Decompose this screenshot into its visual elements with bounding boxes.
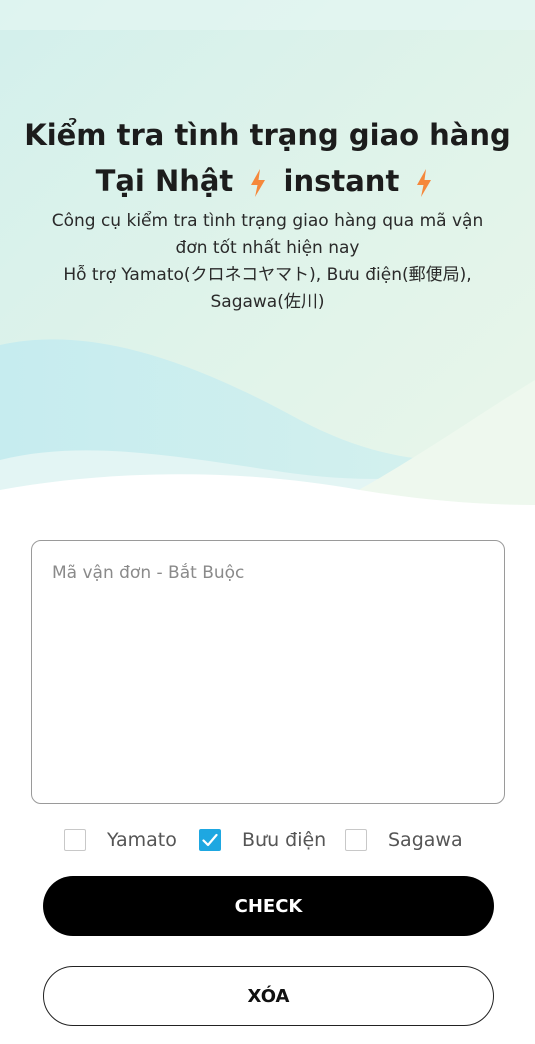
lightning-bolt-icon <box>251 169 266 197</box>
page: Kiểm tra tình trạng giao hàng Tại Nhật i… <box>0 0 535 1044</box>
subtitle-line: Hỗ trợ Yamato(クロネコヤマト), Bưu điện(郵便局), <box>63 265 472 285</box>
page-title: Kiểm tra tình trạng giao hàng <box>24 118 511 152</box>
sagawa-checkbox[interactable] <box>345 829 367 851</box>
carrier-label: Yamato <box>107 829 177 851</box>
buu-dien-checkbox[interactable] <box>199 829 221 851</box>
subtitle: Công cụ kiểm tra tình trạng giao hàng qu… <box>0 208 535 316</box>
lightning-bolt-icon <box>417 169 432 197</box>
carrier-label: Sagawa <box>388 829 463 851</box>
tracking-number-input[interactable] <box>31 540 505 804</box>
checkmark-icon <box>202 833 218 847</box>
check-button[interactable]: CHECK <box>43 876 494 936</box>
clear-button[interactable]: XÓA <box>43 966 494 1026</box>
carrier-option-sagawa[interactable]: Sagawa <box>345 822 463 858</box>
carrier-option-yamato[interactable]: Yamato <box>64 822 177 858</box>
title-suffix: instant <box>283 164 400 198</box>
hero-content: Kiểm tra tình trạng giao hàng Tại Nhật i… <box>0 112 535 316</box>
yamato-checkbox[interactable] <box>64 829 86 851</box>
carrier-option-buu-dien[interactable]: Bưu điện <box>199 822 326 858</box>
subtitle-line: Công cụ kiểm tra tình trạng giao hàng qu… <box>51 211 484 231</box>
subtitle-line: đơn tốt nhất hiện nay <box>175 238 360 258</box>
hero-banner: Kiểm tra tình trạng giao hàng Tại Nhật i… <box>0 0 535 505</box>
carrier-label: Bưu điện <box>242 829 327 851</box>
title-prefix: Tại Nhật <box>95 164 234 198</box>
subtitle-line: Sagawa(佐川) <box>210 292 325 312</box>
carrier-options: Yamato Bưu điện Sagawa <box>0 822 535 858</box>
page-title-line2: Tại Nhật instant <box>0 158 535 204</box>
